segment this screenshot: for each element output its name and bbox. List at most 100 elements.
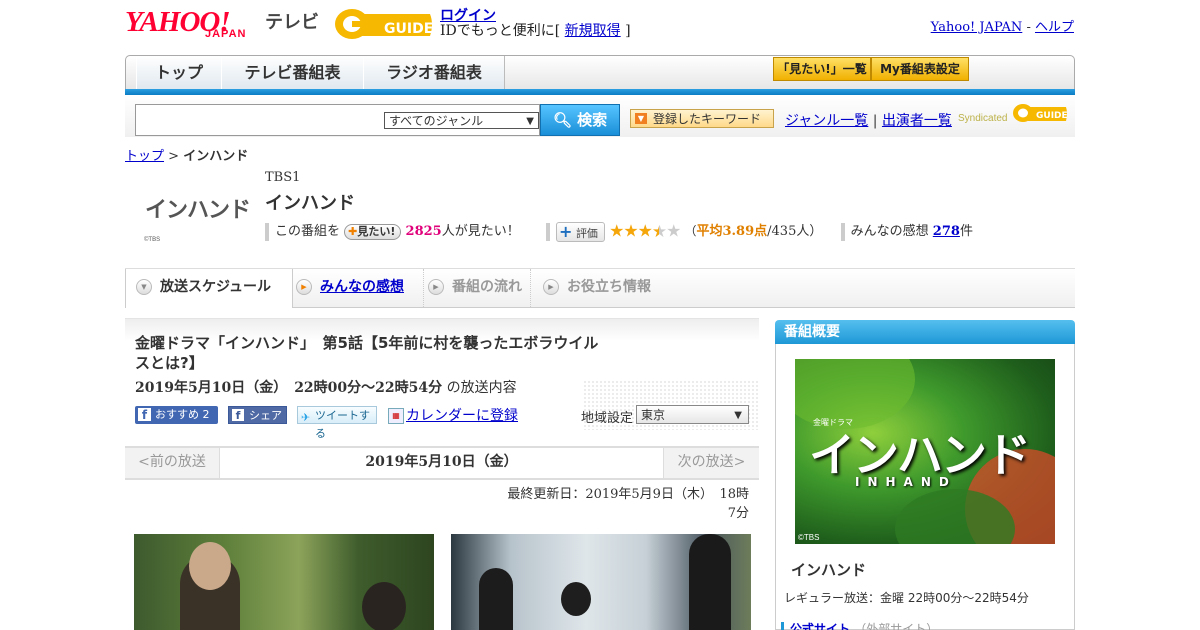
star-empty-icon: ★ (666, 221, 681, 242)
official-site: 公式サイト （外部サイト） (781, 622, 938, 630)
current-broadcast-date: 2019年5月10日（金） (365, 454, 518, 470)
region-select[interactable]: 東京 ▼ (636, 405, 749, 424)
sidebar-header: 番組概要 (775, 320, 1075, 344)
cast-list-link[interactable]: 出演者一覧 (882, 113, 952, 129)
login-sub-suffix: ] (625, 23, 631, 39)
tweet-button[interactable]: ✈ ツイートする (297, 406, 377, 440)
registered-keywords-button[interactable]: ▼ 登録したキーワード (630, 109, 774, 128)
chevron-right-icon: ▶ (296, 279, 312, 295)
nav-tab-tv-schedule[interactable]: テレビ番組表 (221, 56, 364, 90)
official-site-link[interactable]: 公式サイト (790, 622, 850, 630)
facebook-icon: f (232, 409, 244, 422)
links-divider: | (872, 113, 878, 129)
genre-list-link[interactable]: ジャンル一覧 (785, 113, 868, 129)
poster-english-title: INHAND (855, 475, 957, 489)
dropdown-arrow-icon: ▼ (526, 116, 534, 127)
help-link[interactable]: ヘルプ (1035, 20, 1074, 35)
breadcrumb-sep: > (168, 149, 180, 164)
signup-link[interactable]: 新規取得 (565, 23, 621, 39)
want-button[interactable]: ✚見たい! (344, 223, 402, 240)
login-sub-prefix: IDでもっと便利に[ (440, 23, 561, 39)
stat-divider (265, 222, 269, 241)
my-schedule-button[interactable]: My番組表設定 (871, 57, 969, 81)
genre-select[interactable]: すべてのジャンル ▼ (384, 112, 539, 129)
rate-button[interactable]: + 評価 (556, 221, 605, 242)
tab-schedule-label: 放送スケジュール (160, 279, 272, 295)
facebook-share-button[interactable]: f シェア (228, 406, 287, 424)
tab-impressions[interactable]: ▶ みんなの感想 (292, 269, 424, 307)
search-button[interactable]: 🔍︎ 検索 (540, 104, 620, 136)
tab-schedule[interactable]: ▼ 放送スケジュール (125, 269, 293, 308)
top-right-links: Yahoo! JAPAN - ヘルプ (931, 16, 1074, 35)
breadcrumb-top-link[interactable]: トップ (125, 149, 164, 164)
link-separator: - (1026, 20, 1031, 35)
rating-average: 平均3.89点 (696, 224, 768, 239)
tab-flow-label: 番組の流れ (452, 279, 522, 295)
last-updated: 最終更新日：2019年5月9日（木） 18時7分 (507, 487, 749, 521)
region-select-value: 東京 (641, 408, 666, 422)
episode-datetime: 2019年5月10日（金） 22時00分～22時54分 (135, 380, 443, 396)
yahoo-japan-logo-text: JAPAN (205, 28, 247, 40)
fb-recommend-label: おすすめ (155, 408, 199, 421)
nav-tab-radio-schedule[interactable]: ラジオ番組表 (363, 56, 505, 90)
facebook-icon: f (138, 408, 151, 422)
prev-broadcast-button[interactable]: <前の放送 (125, 448, 220, 478)
rate-button-label: 評価 (575, 226, 598, 240)
tv-logo-text[interactable]: テレビ (265, 8, 319, 34)
chevron-right-icon: ▶ (543, 279, 559, 295)
stat-divider (546, 222, 551, 241)
nav-tab-top[interactable]: トップ (136, 56, 222, 90)
syndicated-label: Syndicated (958, 113, 1008, 124)
tweet-label: ツイートする (315, 409, 370, 440)
impressions-prefix: みんなの感想 (850, 224, 929, 239)
gguide-logo-text: GUIDE (384, 21, 433, 37)
breadcrumb: トップ > インハンド (125, 145, 248, 164)
search-button-label: 検索 (577, 111, 608, 129)
chevron-right-icon: ▶ (428, 279, 444, 295)
channel-name: TBS1 (265, 170, 301, 185)
plus-icon: + (559, 221, 573, 241)
wishlist-button[interactable]: 「見たい!」一覧 (773, 57, 871, 81)
impressions-count-link[interactable]: 278 (933, 224, 960, 239)
program-poster[interactable]: 金曜ドラマ インハンド INHAND ©TBS (795, 359, 1055, 544)
magnifier-icon: 🔍︎ (552, 111, 572, 129)
program-logo-copyright: ©TBS (144, 237, 161, 243)
region-label: 地域設定 (581, 411, 634, 426)
gguide-small-logo-text: GUIDE (1036, 111, 1068, 121)
facebook-recommend-button[interactable]: f おすすめ 2 (135, 406, 218, 424)
sidebar-program-title: インハンド (791, 561, 867, 579)
program-tabs: ▼ 放送スケジュール ▶ みんなの感想 ▶ 番組の流れ ▶ お役立ち情報 (125, 268, 1075, 308)
gguide-small-logo: GUIDE (1013, 104, 1068, 122)
fb-share-label: シェア (249, 409, 282, 422)
yahoo-japan-link[interactable]: Yahoo! JAPAN (931, 20, 1023, 35)
calendar-register: ▦ カレンダーに登録 (388, 405, 518, 425)
program-logo: インハンド (145, 198, 251, 223)
want-prefix: この番組を (275, 224, 341, 239)
calendar-register-link[interactable]: カレンダーに登録 (406, 408, 518, 424)
program-title: インハンド (265, 193, 355, 214)
fb-recommend-count: 2 (202, 408, 210, 421)
want-button-label: 見たい! (357, 224, 396, 238)
genre-select-value: すべてのジャンル (389, 114, 484, 128)
tab-info-label: お役立ち情報 (567, 279, 651, 295)
episode-photo-2[interactable] (451, 534, 751, 630)
genre-cast-links: ジャンル一覧 | 出演者一覧 (785, 110, 952, 130)
episode-title: 金曜ドラマ「インハンド」 第5話【5年前に村を襲ったエボラウイルスとは?】 (135, 334, 599, 372)
rating-count: /435人） (767, 224, 823, 239)
registered-keywords-label: 登録したキーワード (653, 112, 762, 126)
impressions-suffix: 件 (959, 224, 973, 239)
rating-open: （ (684, 224, 697, 238)
twitter-bird-icon: ✈ (301, 411, 311, 424)
program-stats: この番組を ✚見たい! 2825人が見たい！ + 評価 ★★★★★ （平均3.8… (265, 220, 973, 242)
external-site-note: （外部サイト） (854, 622, 939, 630)
next-broadcast-button[interactable]: 次の放送> (663, 448, 759, 478)
episode-photo-1[interactable] (134, 534, 434, 630)
broadcast-date-nav: <前の放送 2019年5月10日（金） 次の放送> (125, 446, 759, 480)
breadcrumb-current: インハンド (183, 149, 249, 164)
tab-flow[interactable]: ▶ 番組の流れ (424, 269, 531, 307)
gguide-logo[interactable]: GUIDE (334, 6, 434, 42)
tab-info[interactable]: ▶ お役立ち情報 (539, 269, 663, 307)
want-suffix: 人が見たい！ (441, 224, 520, 239)
star-icon: ★ (609, 221, 624, 242)
dropdown-arrow-icon: ▼ (734, 410, 742, 421)
